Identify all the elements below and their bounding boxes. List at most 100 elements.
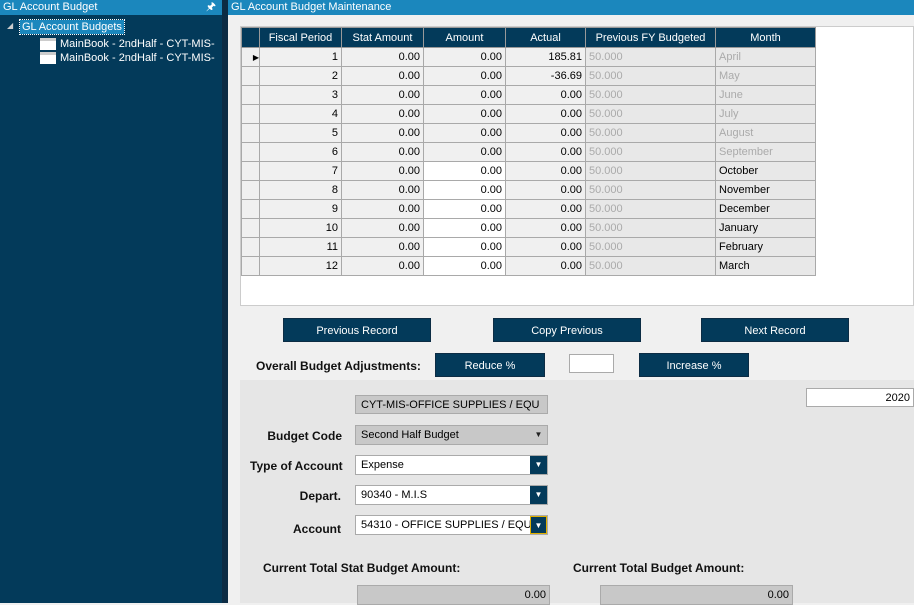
amount-cell[interactable]: 0.00 — [423, 180, 506, 200]
row-selector[interactable]: ▶ — [241, 47, 260, 67]
stat-amount-cell: 0.00 — [341, 47, 424, 67]
table-row[interactable]: 5 0.00 0.00 0.00 50.000 August — [241, 123, 816, 143]
tree-item[interactable]: MainBook - 2ndHalf - CYT-MIS- — [40, 51, 215, 65]
row-selector[interactable] — [241, 199, 260, 219]
amount-cell[interactable]: 0.00 — [423, 161, 506, 181]
actual-cell: 0.00 — [505, 85, 586, 105]
amount-cell[interactable]: 0.00 — [423, 47, 506, 67]
table-row[interactable]: 3 0.00 0.00 0.00 50.000 June — [241, 85, 816, 105]
stat-amount-cell: 0.00 — [341, 161, 424, 181]
tree-item[interactable]: MainBook - 2ndHalf - CYT-MIS- — [40, 37, 215, 51]
col-previous-fy[interactable]: Previous FY Budgeted — [585, 27, 716, 48]
amount-cell[interactable]: 0.00 — [423, 199, 506, 219]
row-selector-header — [241, 27, 260, 48]
stat-amount-cell: 0.00 — [341, 85, 424, 105]
reduce-percent-button[interactable]: Reduce % — [435, 353, 545, 377]
increase-percent-button[interactable]: Increase % — [639, 353, 749, 377]
col-fiscal-period[interactable]: Fiscal Period — [259, 27, 342, 48]
year-input[interactable]: 2020 — [806, 388, 914, 407]
col-stat-amount[interactable]: Stat Amount — [341, 27, 424, 48]
previous-record-button[interactable]: Previous Record — [283, 318, 431, 342]
chevron-down-icon[interactable]: ▼ — [530, 456, 547, 474]
stat-amount-cell: 0.00 — [341, 180, 424, 200]
collapse-arrow-icon[interactable]: ◢ — [7, 21, 13, 30]
col-amount[interactable]: Amount — [423, 27, 506, 48]
table-row[interactable]: 11 0.00 0.00 0.00 50.000 February — [241, 237, 816, 257]
chevron-down-icon[interactable]: ▼ — [530, 516, 547, 534]
amount-cell[interactable]: 0.00 — [423, 142, 506, 162]
actual-cell: 185.81 — [505, 47, 586, 67]
previous-fy-cell: 50.000 — [585, 199, 716, 219]
fiscal-period-cell: 11 — [259, 237, 342, 257]
month-cell: January — [715, 218, 816, 238]
row-selector[interactable] — [241, 142, 260, 162]
row-selector[interactable] — [241, 123, 260, 143]
actual-cell: 0.00 — [505, 199, 586, 219]
actual-cell: 0.00 — [505, 218, 586, 238]
row-selector[interactable] — [241, 180, 260, 200]
table-row[interactable]: 4 0.00 0.00 0.00 50.000 July — [241, 104, 816, 124]
left-panel: GL Account Budget 🖈 ◢ GL Account Budgets … — [0, 0, 222, 603]
previous-fy-cell: 50.000 — [585, 85, 716, 105]
copy-previous-button[interactable]: Copy Previous — [493, 318, 641, 342]
stat-amount-cell: 0.00 — [341, 66, 424, 86]
amount-cell[interactable]: 0.00 — [423, 256, 506, 276]
amount-cell[interactable]: 0.00 — [423, 123, 506, 143]
table-row[interactable]: 12 0.00 0.00 0.00 50.000 March — [241, 256, 816, 276]
table-row[interactable]: 10 0.00 0.00 0.00 50.000 January — [241, 218, 816, 238]
table-row[interactable]: ▶ 1 0.00 0.00 185.81 50.000 April — [241, 47, 816, 67]
pin-icon[interactable]: 🖈 — [206, 0, 216, 15]
folder-icon — [40, 38, 56, 50]
table-row[interactable]: 9 0.00 0.00 0.00 50.000 December — [241, 199, 816, 219]
table-row[interactable]: 8 0.00 0.00 0.00 50.000 November — [241, 180, 816, 200]
account-select[interactable]: 54310 - OFFICE SUPPLIES / EQU ▼ — [355, 515, 548, 535]
row-selector[interactable] — [241, 218, 260, 238]
month-cell: October — [715, 161, 816, 181]
previous-fy-cell: 50.000 — [585, 66, 716, 86]
stat-amount-cell: 0.00 — [341, 104, 424, 124]
stat-amount-cell: 0.00 — [341, 256, 424, 276]
amount-cell[interactable]: 0.00 — [423, 237, 506, 257]
depart-select[interactable]: 90340 - M.I.S ▼ — [355, 485, 548, 505]
stat-amount-cell: 0.00 — [341, 218, 424, 238]
amount-cell[interactable]: 0.00 — [423, 66, 506, 86]
col-month[interactable]: Month — [715, 27, 816, 48]
fiscal-period-cell: 3 — [259, 85, 342, 105]
row-selector[interactable] — [241, 256, 260, 276]
col-actual[interactable]: Actual — [505, 27, 586, 48]
fiscal-period-cell: 4 — [259, 104, 342, 124]
fiscal-period-cell: 5 — [259, 123, 342, 143]
month-cell: April — [715, 47, 816, 67]
amount-cell[interactable]: 0.00 — [423, 104, 506, 124]
left-panel-title: GL Account Budget 🖈 — [0, 0, 222, 15]
row-selector[interactable] — [241, 161, 260, 181]
row-selector[interactable] — [241, 85, 260, 105]
amount-cell[interactable]: 0.00 — [423, 218, 506, 238]
type-of-account-select[interactable]: Expense ▼ — [355, 455, 548, 475]
actual-cell: 0.00 — [505, 104, 586, 124]
table-row[interactable]: 7 0.00 0.00 0.00 50.000 October — [241, 161, 816, 181]
table-row[interactable]: 2 0.00 0.00 -36.69 50.000 May — [241, 66, 816, 86]
budget-code-select[interactable]: Second Half Budget ▼ — [355, 425, 548, 445]
month-cell: July — [715, 104, 816, 124]
table-row[interactable]: 6 0.00 0.00 0.00 50.000 September — [241, 142, 816, 162]
next-record-button[interactable]: Next Record — [701, 318, 849, 342]
row-selector[interactable] — [241, 237, 260, 257]
fiscal-period-cell: 1 — [259, 47, 342, 67]
amount-cell[interactable]: 0.00 — [423, 85, 506, 105]
previous-fy-cell: 50.000 — [585, 47, 716, 67]
tree-root[interactable]: GL Account Budgets — [19, 19, 125, 35]
chevron-down-icon[interactable]: ▼ — [530, 486, 547, 504]
percent-input[interactable] — [569, 354, 614, 373]
stat-amount-cell: 0.00 — [341, 199, 424, 219]
account-label: Account — [293, 522, 341, 536]
budget-total-label: Current Total Budget Amount: — [573, 561, 745, 575]
actual-cell: 0.00 — [505, 142, 586, 162]
current-row-icon: ▶ — [252, 53, 259, 62]
row-selector[interactable] — [241, 104, 260, 124]
actual-cell: 0.00 — [505, 123, 586, 143]
fiscal-period-cell: 7 — [259, 161, 342, 181]
previous-fy-cell: 50.000 — [585, 256, 716, 276]
previous-fy-cell: 50.000 — [585, 123, 716, 143]
row-selector[interactable] — [241, 66, 260, 86]
